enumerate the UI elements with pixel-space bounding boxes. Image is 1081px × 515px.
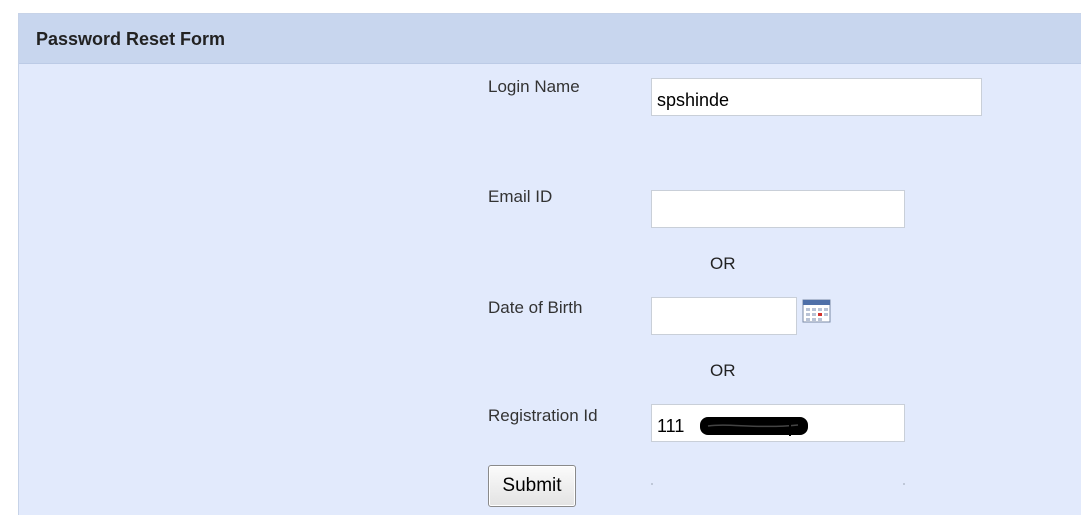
date-of-birth-label: Date of Birth: [488, 298, 583, 317]
login-name-input[interactable]: [651, 78, 982, 116]
or-separator: OR: [710, 361, 736, 380]
email-id-input[interactable]: [651, 190, 905, 228]
email-id-label: Email ID: [488, 187, 553, 206]
date-of-birth-input[interactable]: [651, 297, 797, 335]
login-name-label: Login Name: [488, 77, 580, 96]
panel-header: Password Reset Form: [19, 14, 1081, 64]
page: Password Reset Form Login Name Email ID …: [0, 0, 1081, 515]
registration-id-label: Registration Id: [488, 406, 598, 425]
divider-dot: [651, 483, 653, 485]
form-title: Password Reset Form: [36, 29, 226, 49]
submit-button[interactable]: Submit: [488, 465, 576, 507]
divider-dot: [903, 483, 905, 485]
calendar-icon[interactable]: [801, 298, 832, 324]
redaction-mark: [700, 417, 808, 436]
or-separator: OR: [710, 254, 736, 273]
